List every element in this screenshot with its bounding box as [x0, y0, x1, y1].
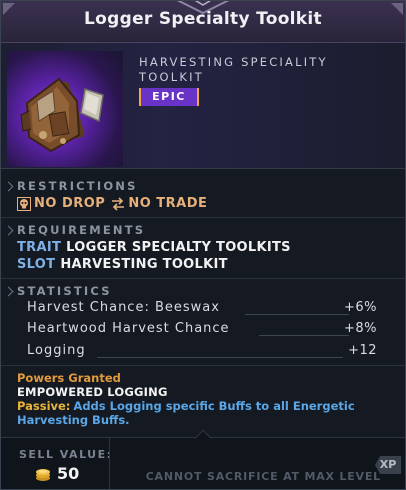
restrictions-row: NO DROP NO TRADE [17, 196, 207, 211]
requirement-slot: SLOT HARVESTING TOOLKIT [17, 257, 228, 272]
item-title: Logger Specialty Toolkit [84, 9, 322, 29]
stat-name: Logging [27, 343, 86, 358]
xp-badge: XP [375, 456, 401, 474]
divider [1, 365, 405, 366]
sell-value-label: SELL VALUE: [19, 448, 113, 461]
requirement-key: TRAIT [17, 240, 62, 255]
requirements-label: REQUIREMENTS [17, 223, 146, 237]
stat-value: +8% [343, 321, 377, 336]
stat-leader-line [97, 357, 343, 358]
statistics-label: STATISTICS [17, 284, 112, 298]
restrictions-label: RESTRICTIONS [17, 179, 138, 193]
passive-key: Passive: [17, 399, 71, 413]
stat-value: +6% [343, 300, 377, 315]
passive-description: Passive: Adds Logging specific Buffs to a… [17, 399, 397, 427]
item-header: HARVESTING SPECIALITY TOOLKIT EPIC [1, 43, 405, 169]
sell-value-amount: 50 [57, 464, 80, 483]
stat-name: Heartwood Harvest Chance [27, 321, 230, 336]
stat-row: Harvest Chance: Beeswax +6% [27, 300, 377, 318]
section-marker-icon [3, 286, 14, 297]
requirement-trait: TRAIT LOGGER SPECIALTY TOOLKITS [17, 240, 291, 255]
requirement-key: SLOT [17, 257, 56, 272]
item-tooltip: Logger Specialty Toolkit HARVESTING SPEC… [0, 0, 406, 490]
restriction-no-drop: NO DROP [34, 196, 106, 211]
tooltip-footer: SELL VALUE: 50 CANNOT SACRIFICE AT MAX L… [1, 429, 405, 489]
tooltip-titlebar: Logger Specialty Toolkit [1, 1, 405, 43]
footer-notch [194, 429, 212, 447]
sacrifice-button[interactable]: CANNOT SACRIFICE AT MAX LEVEL [131, 470, 381, 483]
stat-name: Harvest Chance: Beeswax [27, 300, 220, 315]
item-subtype: HARVESTING SPECIALITY TOOLKIT [139, 55, 328, 84]
stat-row: Logging +12 [27, 343, 377, 361]
skull-icon [17, 196, 31, 211]
divider [1, 278, 405, 279]
swap-arrows-icon [112, 196, 125, 211]
requirement-value: LOGGER SPECIALTY TOOLKITS [66, 240, 291, 255]
stat-leader-line [259, 335, 349, 336]
coin-stack-icon [36, 468, 50, 481]
rarity-badge: EPIC [139, 88, 199, 106]
section-marker-icon [3, 225, 14, 236]
stat-value: +12 [348, 343, 377, 358]
divider [1, 217, 405, 218]
powers-granted-label: Powers Granted [17, 371, 121, 385]
footer-divider [109, 438, 110, 489]
section-marker-icon [3, 181, 14, 192]
restriction-no-trade: NO TRADE [128, 196, 208, 211]
stat-leader-line [245, 314, 349, 315]
stat-row: Heartwood Harvest Chance +8% [27, 321, 377, 339]
logger-toolkit-icon [20, 77, 104, 153]
item-image [7, 51, 123, 167]
sell-value: 50 [35, 464, 79, 483]
power-name: EMPOWERED LOGGING [17, 385, 168, 399]
requirement-value: HARVESTING TOOLKIT [60, 257, 228, 272]
